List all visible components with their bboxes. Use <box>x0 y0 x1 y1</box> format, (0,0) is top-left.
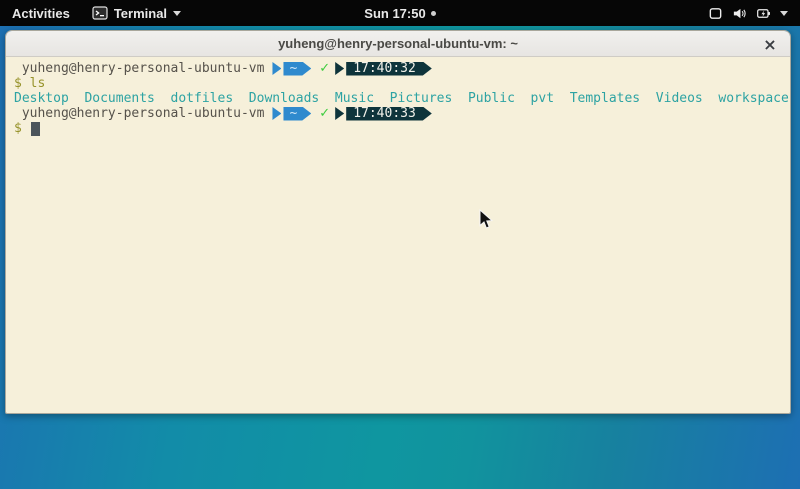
top-bar: Activities Terminal Sun 17:50 <box>0 0 800 26</box>
battery-charging-icon <box>756 6 771 21</box>
system-status-area[interactable] <box>696 0 800 26</box>
prompt-time: 17:40:33 <box>346 107 432 121</box>
close-button[interactable]: × <box>760 34 780 54</box>
prompt-cwd: ~ <box>283 62 311 76</box>
prompt-symbol: $ <box>14 76 22 91</box>
input-line: $ <box>14 121 790 136</box>
powerline-arrow-icon <box>335 62 344 75</box>
system-menu-chevron-icon <box>780 11 788 16</box>
terminal-content[interactable]: yuheng@henry-personal-ubuntu-vm ~ ✓ 17:4… <box>6 57 790 413</box>
prompt-host: yuheng@henry-personal-ubuntu-vm <box>14 106 264 121</box>
prompt-line-2: yuheng@henry-personal-ubuntu-vm ~ ✓ 17:4… <box>14 106 790 121</box>
prompt-line-1: yuheng@henry-personal-ubuntu-vm ~ ✓ 17:4… <box>14 61 790 76</box>
status-check-icon: ✓ <box>319 106 330 121</box>
desktop-background: Activities Terminal Sun 17:50 <box>0 0 800 489</box>
network-wired-icon <box>708 6 723 21</box>
volume-icon <box>732 6 747 21</box>
terminal-icon <box>92 5 108 21</box>
directory-listing: Desktop Documents dotfiles Downloads Mus… <box>14 91 789 106</box>
prompt-time: 17:40:32 <box>346 62 432 76</box>
prompt-symbol: $ <box>14 121 22 136</box>
powerline-arrow-icon <box>272 107 281 120</box>
text-cursor <box>31 122 40 136</box>
prompt-cwd: ~ <box>283 107 311 121</box>
chevron-down-icon <box>173 11 181 16</box>
status-check-icon: ✓ <box>319 61 330 76</box>
app-menu-label: Terminal <box>114 6 167 21</box>
command-line: $ ls <box>14 76 790 91</box>
terminal-window: yuheng@henry-personal-ubuntu-vm: ~ × yuh… <box>5 30 791 414</box>
app-menu-terminal[interactable]: Terminal <box>82 0 191 26</box>
activities-button[interactable]: Activities <box>0 0 82 26</box>
notification-dot-icon <box>431 11 436 16</box>
prompt-host: yuheng@henry-personal-ubuntu-vm <box>14 61 264 76</box>
window-title: yuheng@henry-personal-ubuntu-vm: ~ <box>278 36 518 51</box>
clock-label: Sun 17:50 <box>364 6 425 21</box>
powerline-arrow-icon <box>272 62 281 75</box>
window-titlebar[interactable]: yuheng@henry-personal-ubuntu-vm: ~ × <box>6 31 790 57</box>
ls-output-line: Desktop Documents dotfiles Downloads Mus… <box>14 91 790 106</box>
command-text: ls <box>30 76 46 91</box>
powerline-arrow-icon <box>335 107 344 120</box>
